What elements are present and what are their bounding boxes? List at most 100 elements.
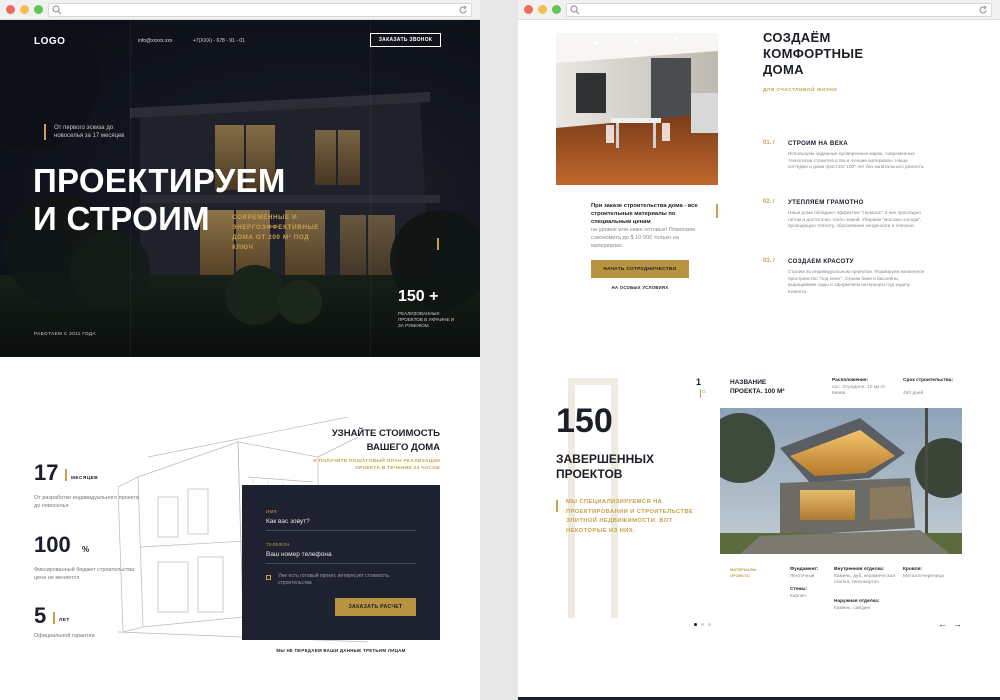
about-title-line1: СОЗДАЁМ (763, 30, 831, 45)
slide-total: /3 (702, 389, 706, 394)
maximize-window-button[interactable] (34, 5, 43, 14)
feature-title: СОЗДАЕМ КРАСОТУ (788, 258, 854, 265)
previous-arrow-icon[interactable]: ← (938, 619, 947, 629)
cost-promo: И ПОЛУЧИТЕ ПОШАГОВЫЙ ПЛАН РЕАЛИЗАЦИИ ПРО… (313, 459, 440, 471)
search-icon (570, 5, 580, 15)
stat-value: 100 (34, 532, 71, 557)
cost-request-form: ИМЯ Как вас зовут? ТЕЛЕФОН Ваш номер тел… (242, 485, 440, 640)
project-photo (720, 408, 962, 554)
refresh-icon[interactable] (458, 5, 468, 15)
divider (266, 563, 416, 564)
refresh-icon[interactable] (978, 5, 988, 15)
accent-bar (700, 389, 701, 398)
foundation-label: Фундамент: (790, 567, 819, 572)
project-name-line1: НАЗВАНИЕ (730, 379, 767, 386)
hero-section: LOGO info@xxxxx.xxx +7(XXX) - 678 - 91 -… (0, 20, 480, 357)
about-subtitle: ДЛЯ СЧАСТЛИВОЙ ЖИЗНИ (763, 88, 838, 93)
name-field-label: ИМЯ (266, 509, 277, 514)
exterior-value: Камень, сайдинг (834, 606, 871, 611)
logo[interactable]: LOGO (34, 36, 65, 47)
location-label: Расположение: (832, 378, 869, 383)
next-arrow-icon[interactable]: → (953, 619, 962, 629)
project-name: НАЗВАНИЕ ПРОЕКТА. 100 М² (730, 378, 785, 396)
address-bar[interactable] (566, 3, 992, 17)
ready-project-checkbox[interactable] (266, 575, 271, 580)
window-controls (524, 5, 561, 14)
project-house-image (720, 408, 962, 554)
browser-toolbar (0, 0, 480, 20)
checkbox-label: Уже есть готовый проект, интересует стои… (278, 573, 390, 586)
order-calculation-button[interactable]: ЗАКАЗАТЬ РАСЧЕТ (335, 598, 416, 616)
interior-photo (556, 33, 718, 185)
materials-label: МАТЕРИАЛЫ ПРОЕКТА: (730, 567, 757, 578)
term-value: 450 дней (903, 391, 924, 396)
phone-field-label: ТЕЛЕФОН (266, 542, 290, 547)
privacy-note: МЫ НЕ ПЕРЕДАЕМ ВАШИ ДАННЫЕ ТРЕТЬИМ ЛИЦАМ (276, 648, 406, 653)
name-input[interactable]: Как вас зовут? (266, 518, 310, 525)
stat-value: 5 (34, 603, 47, 628)
phone-input[interactable]: Ваш номер телефона (266, 551, 332, 558)
accent-bar (716, 204, 718, 218)
request-call-button[interactable]: ЗАКАЗАТЬ ЗВОНОК (370, 33, 441, 47)
maximize-window-button[interactable] (552, 5, 561, 14)
stat-unit: ЛЕТ (59, 618, 70, 623)
slider-dot[interactable] (708, 623, 711, 626)
interior-label: Внутренняя отделка: (834, 567, 885, 572)
header-phone[interactable]: +7(XXX) - 678 - 91 - 01 (193, 38, 245, 44)
accent-bar (53, 612, 55, 624)
feature-title: УТЕПЛЯЕМ ГРАМОТНО (788, 199, 864, 206)
slide-current: 1 (696, 377, 702, 387)
interior-image (556, 33, 718, 185)
close-window-button[interactable] (524, 5, 533, 14)
hero-tagline: От первого эскиза до новоселья за 17 мес… (54, 125, 125, 139)
materials-offer-caption: При заказе строительства дома - все стро… (591, 203, 698, 225)
search-icon (52, 5, 62, 15)
browser-window-right: СОЗДАЁМ КОМФОРТНЫЕ ДОМА ДЛЯ СЧАСТЛИВОЙ Ж… (518, 0, 1000, 700)
projects-stat-label: РЕАЛИЗОВАННЫХ ПРОЕКТОВ В УКРАИНЕ И ЗА РУ… (398, 311, 455, 328)
browser-window-left: LOGO info@xxxxx.xxx +7(XXX) - 678 - 91 -… (0, 0, 480, 700)
projects-heading: ЗАВЕРШЕННЫХ ПРОЕКТОВ (556, 452, 654, 482)
cost-section: 17 МЕСЯЦЕВ От разработки индивидуального… (0, 357, 480, 700)
walls-label: Стены: (790, 587, 808, 592)
stage: LOGO info@xxxxx.xxx +7(XXX) - 678 - 91 -… (0, 0, 1000, 700)
accent-bar (437, 238, 439, 250)
project-name-line2: ПРОЕКТА. 100 М² (730, 388, 785, 395)
term-label: Срок строительства: (903, 378, 954, 383)
materials-offer-note: на уровне или ниже оптовых! Помогаем сэк… (591, 227, 695, 249)
start-cooperation-button[interactable]: НАЧАТЬ СОТРУДНИЧЕСТВО (591, 260, 689, 278)
stat-description: Официальной гарантии (34, 633, 95, 639)
close-window-button[interactable] (6, 5, 15, 14)
stat-description: От разработки индивидуального проекта до… (34, 495, 139, 509)
feature-number: 02. / (763, 199, 775, 205)
slider-dots (694, 623, 711, 626)
stat-unit: % (82, 545, 90, 554)
hero-title-line1: ПРОЕКТИРУЕМ (33, 162, 286, 199)
header-email[interactable]: info@xxxxx.xxx (138, 38, 173, 44)
cost-title: УЗНАЙТЕ СТОИМОСТЬ ВАШЕГО ДОМА (331, 428, 440, 453)
projects-heading-line2: ПРОЕКТОВ (556, 467, 623, 481)
exterior-label: Наружная отделка: (834, 599, 880, 604)
about-title: СОЗДАЁМ КОМФОРТНЫЕ ДОМА (763, 30, 863, 78)
working-since: РАБОТАЕМ С 2011 ГОДА (34, 331, 96, 336)
foundation-value: Ленточный (790, 574, 815, 579)
slider-dot[interactable] (694, 623, 697, 626)
accent-bar (44, 124, 46, 140)
slider-dot[interactable] (701, 623, 704, 626)
browser-toolbar (518, 0, 1000, 20)
feature-number: 03. / (763, 258, 775, 264)
projects-stat-value: 150 + (398, 288, 439, 305)
hero-subtitle: СОВРЕМЕННЫЕ И ЭНЕРГОЭФФЕКТИВНЫЕ ДОМА ОТ … (232, 214, 320, 251)
address-bar[interactable] (48, 3, 472, 17)
about-title-line3: ДОМА (763, 62, 804, 77)
projects-count: 150 (556, 402, 613, 440)
minimize-window-button[interactable] (538, 5, 547, 14)
projects-heading-line1: ЗАВЕРШЕННЫХ (556, 452, 655, 466)
roof-value: Металлочерепица (903, 574, 944, 579)
window-controls (6, 5, 43, 14)
minimize-window-button[interactable] (20, 5, 29, 14)
about-title-line2: КОМФОРТНЫЕ (763, 46, 864, 61)
feature-number: 01. / (763, 140, 775, 146)
divider (266, 530, 416, 531)
feature-text: Строим по индивидуальным проектам. Форми… (788, 269, 925, 295)
accent-bar (556, 500, 558, 512)
